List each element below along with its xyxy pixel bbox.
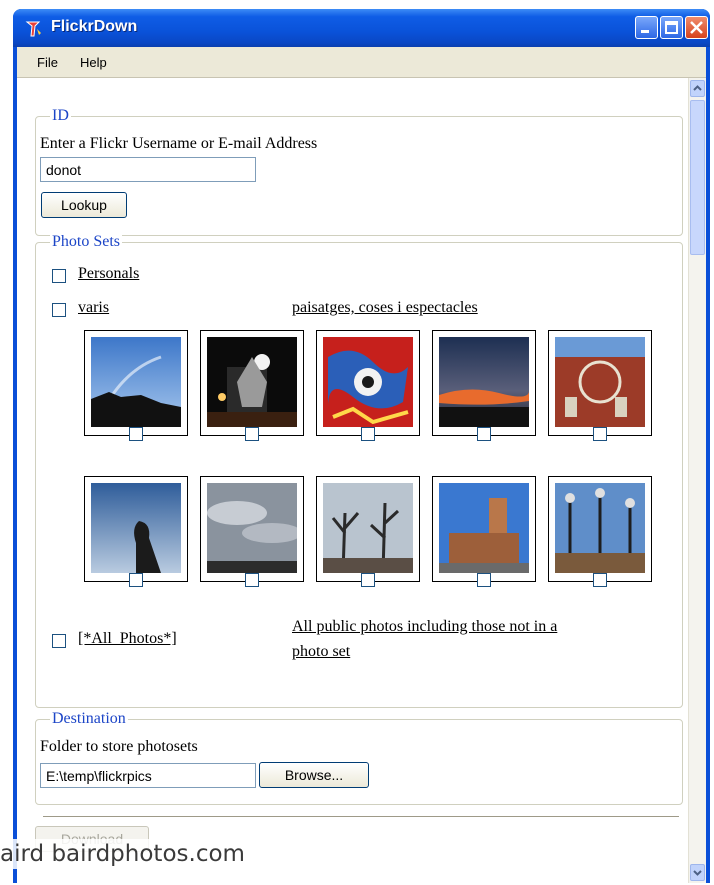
photo-thumbnail[interactable] xyxy=(432,330,536,441)
street-lamps-photo xyxy=(555,483,645,573)
photo-thumbnail[interactable] xyxy=(84,476,188,587)
lookup-button[interactable]: Lookup xyxy=(41,192,127,218)
username-prompt: Enter a Flickr Username or E-mail Addres… xyxy=(40,135,318,152)
vertical-scrollbar[interactable] xyxy=(688,78,706,883)
photo-checkbox[interactable] xyxy=(593,427,607,441)
chevron-up-icon xyxy=(693,85,702,91)
destination-legend: Destination xyxy=(50,710,128,728)
all-photos-checkbox[interactable] xyxy=(52,634,66,648)
photo-checkbox[interactable] xyxy=(477,427,491,441)
all-photos-description-line1: All public photos including those not in… xyxy=(292,618,558,635)
all-photos-description-line2: photo set xyxy=(292,643,351,660)
set-checkbox-varis[interactable] xyxy=(52,303,66,317)
sky-silhouette-photo xyxy=(91,337,181,427)
red-mosaic-photo xyxy=(323,337,413,427)
brick-building-photo xyxy=(555,337,645,427)
close-icon xyxy=(690,21,703,34)
set-checkbox-personals[interactable] xyxy=(52,269,66,283)
photo-checkbox[interactable] xyxy=(593,573,607,587)
photo-checkbox[interactable] xyxy=(129,427,143,441)
photo-thumbnail[interactable] xyxy=(316,476,420,587)
statue-silhouette-photo xyxy=(91,483,181,573)
photo-thumbnail[interactable] xyxy=(548,476,652,587)
scroll-thumb[interactable] xyxy=(690,100,705,255)
monastery-tower-photo xyxy=(439,483,529,573)
photo-checkbox[interactable] xyxy=(245,573,259,587)
watermark: aird bairdphotos.com xyxy=(0,839,249,869)
set-description-varis: paisatges, coses i espectacles xyxy=(292,299,478,316)
photo-checkbox[interactable] xyxy=(477,573,491,587)
chevron-down-icon xyxy=(693,870,702,876)
photo-thumbnail[interactable] xyxy=(548,330,652,441)
minimize-button[interactable] xyxy=(635,16,658,39)
window-title: FlickrDown xyxy=(51,18,138,35)
form-content: ID Enter a Flickr Username or E-mail Add… xyxy=(17,78,689,883)
photo-checkbox[interactable] xyxy=(361,427,375,441)
photo-thumbnail[interactable] xyxy=(316,330,420,441)
username-input[interactable]: donot xyxy=(40,157,256,182)
photo-checkbox[interactable] xyxy=(245,427,259,441)
menu-file[interactable]: File xyxy=(37,55,58,70)
photo-sets-legend: Photo Sets xyxy=(50,233,123,251)
winter-trees-photo xyxy=(323,483,413,573)
set-link-personals[interactable]: Personals xyxy=(78,265,139,283)
client-area: ID Enter a Flickr Username or E-mail Add… xyxy=(17,77,706,883)
separator xyxy=(43,816,679,817)
maximize-button[interactable] xyxy=(660,16,683,39)
photo-thumbnail[interactable] xyxy=(432,476,536,587)
browse-button[interactable]: Browse... xyxy=(259,762,369,788)
menu-bar: File Help xyxy=(17,47,706,77)
photo-checkbox[interactable] xyxy=(361,573,375,587)
set-link-varis[interactable]: varis xyxy=(78,299,109,317)
stage-lights-photo xyxy=(207,337,297,427)
scroll-down-button[interactable] xyxy=(690,864,705,881)
photo-thumbnail[interactable] xyxy=(200,330,304,441)
title-bar[interactable]: FlickrDown xyxy=(13,9,710,47)
destination-path-input[interactable]: E:\temp\flickrpics xyxy=(40,763,256,788)
app-window: FlickrDown File Help ID Enter a Flickr U… xyxy=(13,9,710,883)
cloudy-sky-photo xyxy=(207,483,297,573)
sunset-clouds-photo xyxy=(439,337,529,427)
photo-thumbnail[interactable] xyxy=(200,476,304,587)
menu-help[interactable]: Help xyxy=(80,55,107,70)
minimize-icon xyxy=(641,30,649,33)
all-photos-link[interactable]: [*All_Photos*] xyxy=(78,630,177,648)
scroll-up-button[interactable] xyxy=(690,80,705,97)
flickrdown-app-icon xyxy=(25,21,41,37)
photo-checkbox[interactable] xyxy=(129,573,143,587)
destination-prompt: Folder to store photosets xyxy=(40,738,198,755)
photo-thumbnail[interactable] xyxy=(84,330,188,441)
maximize-icon xyxy=(665,21,678,34)
close-button[interactable] xyxy=(685,16,708,39)
id-legend: ID xyxy=(50,107,71,125)
